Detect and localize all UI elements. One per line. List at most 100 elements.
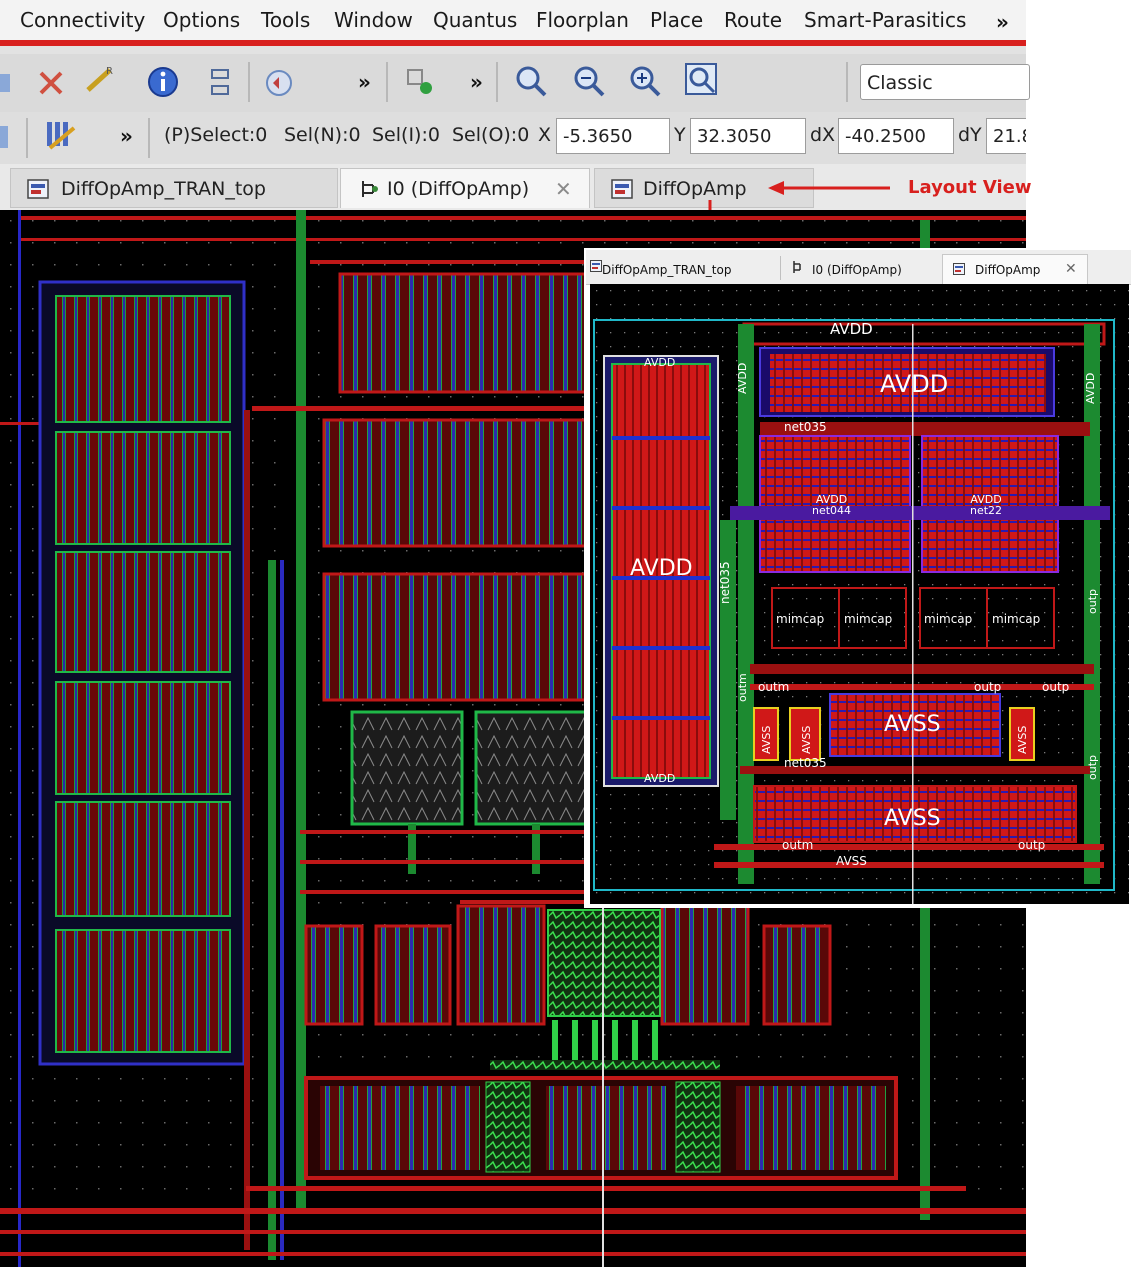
inset-tab-diffopamp[interactable]: DiffOpAmp ✕ xyxy=(942,254,1088,285)
menu-quantus[interactable]: Quantus xyxy=(433,8,517,32)
workspace-select[interactable]: Classic xyxy=(860,64,1030,100)
avss-label: AVSS xyxy=(884,712,941,737)
avss-label: AVSS xyxy=(884,806,941,831)
outp-label: outp xyxy=(1042,680,1070,694)
toolbar-separator xyxy=(26,118,28,158)
net022-label: AVDD net22 xyxy=(970,493,1003,517)
outm-label: outm xyxy=(736,673,749,702)
avdd-label: AVDD xyxy=(644,772,676,785)
tab-label: DiffOpAmp xyxy=(975,263,1041,277)
menu-floorplan[interactable]: Floorplan xyxy=(536,8,629,32)
dx-field[interactable]: -40.2500 xyxy=(838,118,954,154)
sel-o-count: Sel(O):0 xyxy=(452,124,530,146)
dy-field[interactable]: 21.8 xyxy=(986,118,1026,154)
menu-more-button[interactable]: » xyxy=(996,10,1009,34)
toolbar-gap xyxy=(0,46,1026,54)
menu-route[interactable]: Route xyxy=(724,8,782,32)
toolbar-separator xyxy=(248,62,250,102)
avss-label: AVSS xyxy=(1016,725,1029,754)
toolbar-separator xyxy=(386,62,388,102)
avdd-label: AVDD xyxy=(630,556,693,581)
avss-label: AVSS xyxy=(800,725,813,754)
schematic-tab-icon xyxy=(793,261,801,273)
net044-label: AVDD net044 xyxy=(812,493,852,517)
outm-label: outm xyxy=(758,680,790,694)
menu-connectivity[interactable]: Connectivity xyxy=(20,8,145,32)
undo-icon[interactable] xyxy=(262,66,296,100)
wire-icon[interactable]: R xyxy=(84,62,118,96)
instance-icon[interactable] xyxy=(402,64,436,98)
schematic-tab-icon xyxy=(362,181,378,197)
outp-label: outp xyxy=(1086,589,1099,614)
layout-tab-icon xyxy=(953,263,965,275)
dx-label: dX xyxy=(810,124,836,146)
zoom-fit-icon[interactable] xyxy=(684,62,718,96)
close-icon[interactable]: ✕ xyxy=(1065,261,1077,277)
avdd-label: AVDD xyxy=(830,320,873,338)
toolbar-overflow-2[interactable]: » xyxy=(470,70,483,94)
y-coord-field[interactable]: 32.3050 xyxy=(690,118,806,154)
inset-tab-diffopamp-tran-top[interactable]: DiffOpAmp_TRAN_top xyxy=(602,263,731,277)
avdd-label: AVDD xyxy=(880,370,949,398)
menu-options[interactable]: Options xyxy=(163,8,240,32)
outp-label: outp xyxy=(1018,838,1046,852)
avss-label: AVSS xyxy=(760,725,773,754)
toolbar-separator xyxy=(846,62,848,102)
select-icon[interactable] xyxy=(0,66,28,100)
zoom-icon[interactable] xyxy=(514,64,548,98)
x-coord-field[interactable]: -5.3650 xyxy=(556,118,670,154)
delete-icon[interactable] xyxy=(34,66,68,100)
tab-label: I0 (DiffOpAmp) xyxy=(387,178,530,200)
p-select-count: (P)Select:0 xyxy=(164,124,268,146)
avdd-label: AVDD xyxy=(644,356,676,369)
toolbar-overflow-1[interactable]: » xyxy=(358,70,371,94)
svg-text:R: R xyxy=(106,66,113,77)
layout-inset: DiffOpAmp_TRAN_top I0 (DiffOpAmp) DiffOp… xyxy=(584,248,1131,908)
mimcap-label: mimcap xyxy=(924,612,973,626)
net035-label: net035 xyxy=(784,420,827,434)
toolbar-status: » (P)Select:0 Sel(N):0 Sel(I):0 Sel(O):0… xyxy=(0,112,1026,165)
avss-label: AVSS xyxy=(836,854,867,868)
hierarchy-icon[interactable] xyxy=(204,66,238,100)
layout-tab-icon xyxy=(611,179,633,199)
outp-label: outp xyxy=(974,680,1002,694)
sel-i-count: Sel(I):0 xyxy=(372,124,440,146)
info-icon[interactable] xyxy=(146,65,180,99)
menu-place[interactable]: Place xyxy=(650,8,703,32)
menu-window[interactable]: Window xyxy=(334,8,413,32)
inset-layout-canvas[interactable]: AVDD AVDD AVDD AVDD AVDD AVDD AVDD net03… xyxy=(590,284,1129,904)
y-label: Y xyxy=(674,124,686,146)
toolbar-overflow-3[interactable]: » xyxy=(120,124,133,148)
tab-i0-diffopamp[interactable]: I0 (DiffOpAmp) ✕ xyxy=(340,168,590,208)
close-icon[interactable]: ✕ xyxy=(555,177,572,201)
x-label: X xyxy=(538,124,552,146)
sel-n-count: Sel(N):0 xyxy=(284,124,361,146)
mimcap-label: mimcap xyxy=(776,612,825,626)
menu-tools[interactable]: Tools xyxy=(261,8,310,32)
net035-label: net035 xyxy=(718,561,732,604)
zoom-in-icon[interactable] xyxy=(572,64,606,98)
outp-label: outp xyxy=(1086,755,1099,780)
toolbar-primary: R » » Classic xyxy=(0,54,1030,113)
layout-view-annotation: Layout View xyxy=(908,177,1032,198)
tab-label: DiffOpAmp_TRAN_top xyxy=(61,178,266,200)
mimcap-label: mimcap xyxy=(992,612,1041,626)
zoom-out-icon[interactable] xyxy=(628,64,662,98)
inset-layout-drawing xyxy=(590,284,1129,904)
layer-icon[interactable] xyxy=(0,120,24,154)
net035-label: net035 xyxy=(784,756,827,770)
dy-label: dY xyxy=(958,124,982,146)
avdd-label: AVDD xyxy=(736,362,749,394)
menu-bar: Connectivity Options Tools Window Quantu… xyxy=(0,0,1026,46)
layout-tab-icon xyxy=(590,260,602,272)
inset-tab-bar: DiffOpAmp_TRAN_top I0 (DiffOpAmp) DiffOp… xyxy=(586,250,1131,285)
mimcap-label: mimcap xyxy=(844,612,893,626)
toolbar-separator xyxy=(496,62,498,102)
edit-icon[interactable] xyxy=(44,118,78,152)
outm-label: outm xyxy=(782,838,814,852)
tab-diffopamp-tran-top[interactable]: DiffOpAmp_TRAN_top xyxy=(10,168,338,208)
menu-smart-parasitics[interactable]: Smart-Parasitics xyxy=(804,8,966,32)
avdd-label: AVDD xyxy=(1084,372,1097,404)
inset-tab-i0-diffopamp[interactable]: I0 (DiffOpAmp) xyxy=(812,263,902,277)
layout-tab-icon xyxy=(27,179,49,199)
